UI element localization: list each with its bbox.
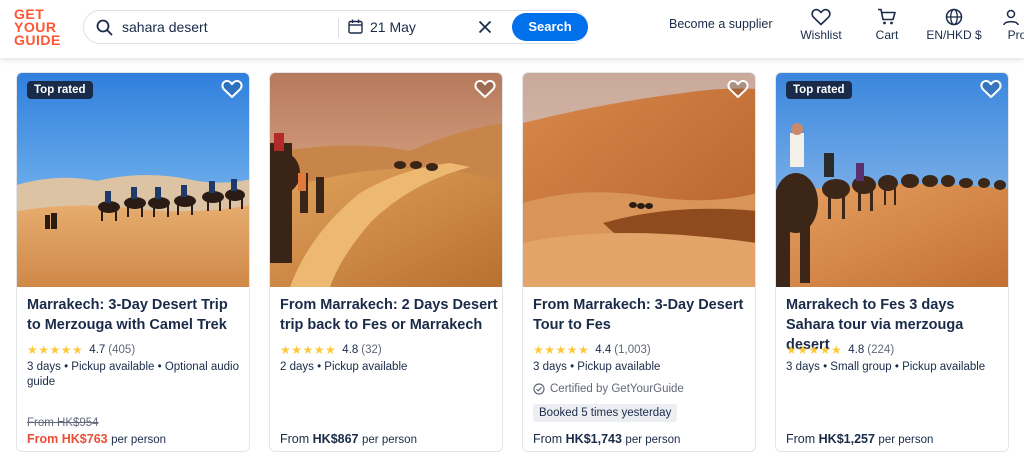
activity-meta: 3 days • Small group • Pickup available	[786, 361, 986, 373]
profile-label: Profi	[1007, 28, 1024, 42]
per-person-label: per person	[111, 434, 167, 446]
user-icon	[1003, 9, 1019, 26]
heart-icon	[811, 8, 831, 26]
price-prefix: From	[786, 432, 819, 446]
wishlist-label: Wishlist	[800, 28, 842, 42]
certified-label: Certified by GetYourGuide	[533, 383, 684, 395]
rating-value: 4.8	[342, 344, 359, 356]
rating-value: 4.4	[595, 344, 612, 356]
rating-value: 4.7	[89, 344, 106, 356]
top-rated-badge: Top rated	[786, 81, 852, 99]
review-count: (1,003)	[614, 344, 651, 356]
review-count: (32)	[361, 344, 382, 356]
review-count: (405)	[108, 344, 136, 356]
wishlist-button[interactable]: Wishlist	[800, 8, 842, 42]
booked-badge: Booked 5 times yesterday	[533, 404, 678, 422]
calendar-icon[interactable]	[348, 19, 363, 39]
search-input[interactable]: sahara desert	[122, 19, 208, 35]
price-value: HK$1,257	[818, 432, 875, 446]
top-header: GET YOUR GUIDE sahara desert 21 May Sear…	[0, 0, 1024, 58]
activity-meta: 3 days • Pickup available	[533, 361, 661, 373]
activity-card[interactable]: Top rated Marrakech to Fes 3 days Sahara…	[775, 72, 1009, 452]
activity-title[interactable]: From Marrakech: 3-Day Desert Tour to Fes	[533, 295, 751, 335]
price: From HK$1,257 per person	[786, 432, 933, 446]
currency-label: EN/HKD $	[926, 28, 982, 42]
price: From HK$1,743 per person	[533, 432, 680, 446]
heart-icon[interactable]	[727, 79, 749, 104]
price-prefix: From	[27, 432, 62, 446]
certified-text: Certified by GetYourGuide	[550, 383, 684, 395]
per-person-label: per person	[625, 434, 681, 446]
star-rating-icon: ★★★★★	[280, 343, 337, 357]
rating: ★★★★★ 4.8 (32)	[280, 343, 382, 357]
price: From HK$763 per person	[27, 432, 166, 446]
language-currency-button[interactable]: EN/HKD $	[924, 8, 984, 42]
cart-icon	[878, 8, 896, 25]
profile-button[interactable]: Profi	[1000, 8, 1024, 42]
original-price: From HK$954	[27, 417, 99, 429]
top-rated-badge: Top rated	[27, 81, 93, 99]
logo-line-3: GUIDE	[14, 32, 61, 48]
heart-icon[interactable]	[980, 79, 1002, 104]
rating: ★★★★★ 4.7 (405)	[27, 343, 135, 357]
price-prefix: From	[280, 432, 313, 446]
review-count: (224)	[867, 344, 895, 356]
per-person-label: per person	[362, 434, 417, 446]
globe-icon	[945, 8, 963, 26]
check-circle-icon	[533, 383, 545, 395]
star-rating-icon: ★★★★★	[786, 343, 843, 357]
activity-title[interactable]: Marrakech: 3-Day Desert Trip to Merzouga…	[27, 295, 245, 335]
original-price-value: From HK$954	[27, 417, 99, 429]
heart-icon[interactable]	[221, 79, 243, 104]
price-value: HK$1,743	[565, 432, 622, 446]
cart-label: Cart	[875, 28, 899, 42]
activity-card[interactable]: From Marrakech: 3-Day Desert Tour to Fes…	[522, 72, 756, 452]
price-value: HK$763	[61, 432, 108, 446]
rating: ★★★★★ 4.4 (1,003)	[533, 343, 651, 357]
become-supplier-link[interactable]: Become a supplier	[669, 17, 773, 31]
activity-meta: 3 days • Pickup available • Optional aud…	[27, 361, 239, 388]
activity-title[interactable]: From Marrakech: 2 Days Desert trip back …	[280, 295, 498, 335]
close-icon[interactable]	[478, 18, 492, 37]
activity-meta: 2 days • Pickup available	[280, 361, 408, 373]
star-rating-icon: ★★★★★	[533, 343, 590, 357]
search-divider	[338, 18, 339, 38]
logo[interactable]: GET YOUR GUIDE	[14, 7, 66, 48]
price: From HK$867 per person	[280, 432, 417, 446]
rating: ★★★★★ 4.8 (224)	[786, 343, 894, 357]
activity-image[interactable]	[270, 73, 503, 287]
search-bar: sahara desert 21 May Search	[83, 10, 588, 44]
activity-image[interactable]	[17, 73, 250, 287]
activity-card[interactable]: Top rated Marrakech: 3-Day Desert Trip t…	[16, 72, 250, 452]
price-value: HK$867	[312, 432, 359, 446]
search-button[interactable]: Search	[512, 13, 588, 41]
per-person-label: per person	[878, 434, 934, 446]
date-field[interactable]: 21 May	[370, 19, 416, 35]
activity-image[interactable]	[776, 73, 1009, 287]
star-rating-icon: ★★★★★	[27, 343, 84, 357]
price-prefix: From	[533, 432, 566, 446]
cart-button[interactable]: Cart	[872, 8, 902, 42]
heart-icon[interactable]	[474, 79, 496, 104]
activity-image[interactable]	[523, 73, 756, 287]
rating-value: 4.8	[848, 344, 865, 356]
activity-card[interactable]: From Marrakech: 2 Days Desert trip back …	[269, 72, 503, 452]
search-icon	[96, 19, 113, 41]
